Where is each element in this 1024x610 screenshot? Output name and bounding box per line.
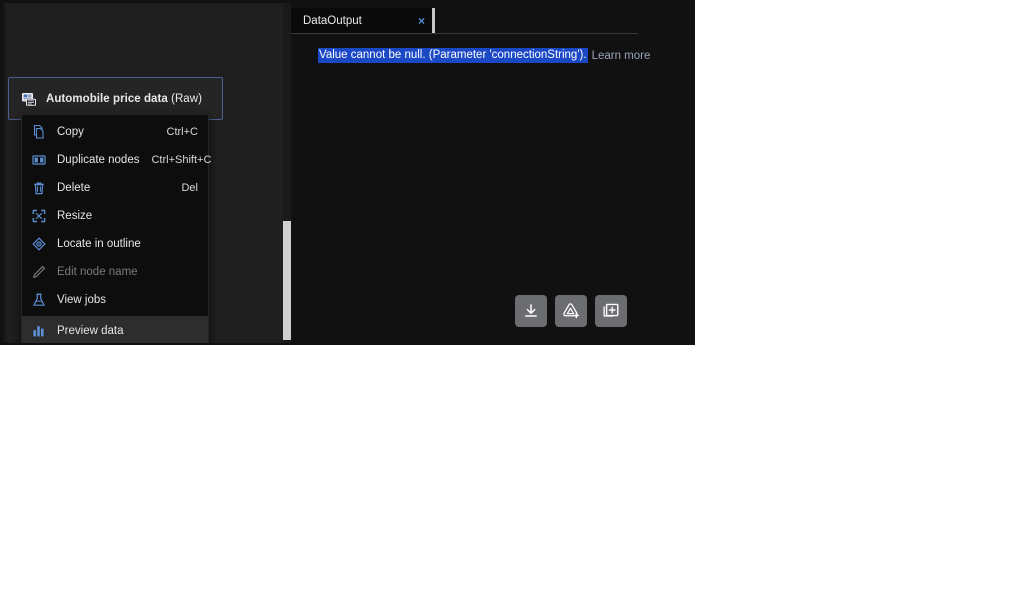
dataset-node-icon	[21, 91, 37, 107]
context-menu-item-resize[interactable]: Resize	[22, 202, 208, 230]
context-menu-item-view-jobs[interactable]: View jobs	[22, 286, 208, 314]
bar-chart-icon	[31, 323, 47, 339]
context-menu-item-edit-node-name: Edit node name	[22, 258, 208, 286]
resize-icon	[31, 208, 47, 224]
add-to-page-button[interactable]	[595, 295, 627, 327]
azure-add-icon	[561, 301, 581, 321]
tab-label: DataOutput	[303, 14, 362, 27]
duplicate-icon	[31, 152, 47, 168]
flask-icon	[31, 292, 47, 308]
canvas-left-edge	[3, 3, 6, 343]
context-menu-item-duplicate-nodes[interactable]: Duplicate nodes Ctrl+Shift+C	[22, 146, 212, 174]
context-menu-label: Delete	[57, 182, 91, 194]
context-menu-label: Copy	[57, 126, 84, 138]
context-menu-shortcut: Ctrl+C	[166, 126, 198, 138]
context-menu-label: Resize	[57, 210, 93, 222]
graph-node-title: Automobile price data (Raw)	[46, 92, 202, 105]
output-action-buttons	[515, 295, 627, 327]
context-menu-label: Duplicate nodes	[57, 154, 140, 166]
output-tabstrip: DataOutput ×	[291, 8, 695, 33]
app-window: Automobile price data (Raw) Copy Ctrl+C	[0, 0, 695, 345]
pencil-icon	[31, 264, 47, 280]
close-icon[interactable]: ×	[414, 13, 429, 29]
context-menu-item-copy[interactable]: Copy Ctrl+C	[22, 118, 208, 146]
page-background-bottom	[0, 345, 1024, 610]
context-menu-item-locate-in-outline[interactable]: Locate in outline	[22, 230, 208, 258]
download-button[interactable]	[515, 295, 547, 327]
tab-dataoutput[interactable]: DataOutput ×	[291, 8, 435, 33]
context-menu-label: Edit node name	[57, 266, 138, 278]
tab-right-edge	[432, 8, 435, 33]
error-message-text[interactable]: Value cannot be null. (Parameter 'connec…	[318, 48, 588, 63]
pipeline-canvas[interactable]: Automobile price data (Raw) Copy Ctrl+C	[3, 3, 286, 343]
node-context-menu[interactable]: Copy Ctrl+C Duplicate nodes Ctrl+Shift+C	[21, 114, 212, 343]
context-menu-label: Preview data	[57, 324, 124, 337]
canvas-scrollbar-thumb[interactable]	[283, 221, 291, 340]
error-message-row: Value cannot be null. (Parameter 'connec…	[291, 46, 695, 65]
download-icon	[521, 301, 541, 321]
locate-icon	[31, 236, 47, 252]
context-menu-item-preview-data[interactable]: Preview data	[22, 316, 208, 343]
register-button[interactable]	[555, 295, 587, 327]
tabstrip-underline	[291, 33, 638, 34]
add-page-icon	[601, 301, 621, 321]
output-panel: DataOutput × Value cannot be null. (Para…	[291, 0, 695, 345]
context-menu-shortcut: Ctrl+Shift+C	[151, 154, 212, 166]
learn-more-link[interactable]: Learn more	[592, 50, 651, 62]
context-menu-label: Locate in outline	[57, 238, 141, 250]
context-menu-item-delete[interactable]: Delete Del	[22, 174, 208, 202]
context-menu-shortcut: Del	[181, 182, 198, 194]
trash-icon	[31, 180, 47, 196]
copy-icon	[31, 124, 47, 140]
context-menu-label: View jobs	[57, 294, 107, 306]
